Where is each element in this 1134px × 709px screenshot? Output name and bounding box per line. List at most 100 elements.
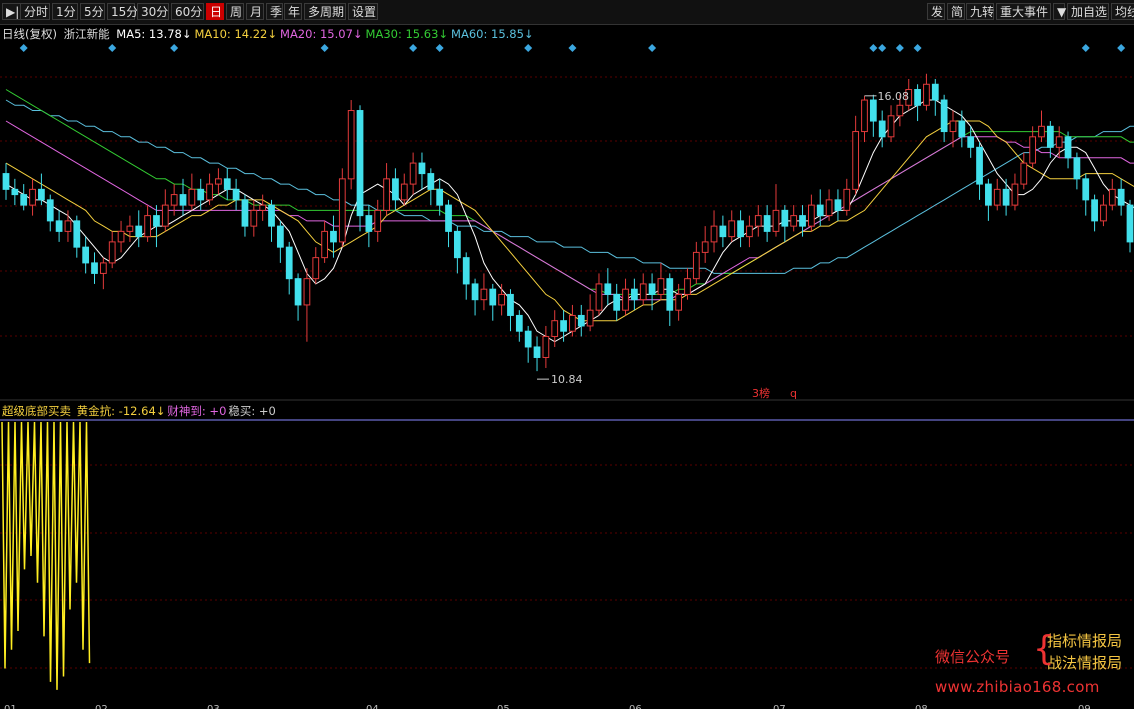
candle-body: [843, 188, 851, 211]
toolbar-right-button-3[interactable]: 重大事件: [996, 3, 1051, 20]
candle-body: [427, 173, 435, 190]
candle-body: [480, 288, 488, 301]
candle-body: [91, 262, 98, 274]
period-tab-9[interactable]: 季: [266, 3, 283, 20]
candle-body: [285, 246, 293, 280]
candle-body: [515, 314, 523, 332]
candle-body: [728, 220, 736, 238]
toolbar-right-button-6[interactable]: 均线: [1111, 3, 1134, 20]
candle-body: [622, 288, 629, 311]
candle-body: [206, 183, 213, 201]
period-tab-6[interactable]: 日: [206, 3, 224, 20]
event-diamond: [320, 44, 329, 52]
candle-body: [1117, 188, 1125, 206]
period-tab-8[interactable]: 月: [246, 3, 264, 20]
event-diamond: [409, 44, 418, 52]
candle-body: [215, 178, 222, 185]
watermark-line1: 指标情报局: [1046, 632, 1122, 650]
event-diamond: [170, 44, 179, 52]
indicator-line: [1, 421, 91, 690]
candle-body: [577, 314, 585, 327]
indicator-legend: 超级底部买卖 黄金抗: -12.64↓ 财神到: +0 稳买: +0: [2, 403, 280, 419]
candle-body: [533, 346, 541, 358]
x-axis-label: 01: [4, 704, 17, 709]
event-diamond: [895, 44, 904, 52]
candle-body: [330, 230, 337, 243]
toolbar-right-button-4[interactable]: ▼: [1053, 3, 1066, 20]
q-tag: q: [790, 387, 797, 400]
candle-body: [11, 188, 19, 196]
toolbar-right-button-0[interactable]: 发: [927, 3, 945, 20]
candle-body: [701, 241, 709, 253]
ma-line-ma20: [5, 120, 1134, 301]
candle-body: [1064, 136, 1072, 159]
event-diamond: [524, 44, 533, 52]
candle-body: [1108, 188, 1116, 206]
candle-body: [303, 278, 311, 306]
candle-body: [64, 220, 72, 232]
candle-body: [445, 204, 452, 232]
candlestick-chart[interactable]: 16.08 10.84 3榜 q 01 02 03 04 05 06 07 08 09: [0, 24, 1134, 709]
x-axis-label: 06: [629, 704, 642, 709]
candle-body: [383, 178, 390, 211]
candle-body: [631, 288, 638, 301]
candle-body: [852, 131, 860, 190]
candle-body: [754, 215, 762, 227]
candle-body: [365, 215, 373, 232]
candle-body: [55, 220, 63, 232]
candle-body: [82, 246, 90, 264]
candle-body: [73, 220, 81, 248]
candle-body: [914, 89, 921, 106]
period-tab-4[interactable]: 30分: [137, 3, 169, 20]
indicator-value-2: 稳买: +0: [228, 404, 276, 418]
candle-body: [2, 173, 10, 190]
candle-body: [392, 178, 399, 201]
candle-body: [993, 188, 1001, 206]
period-tab-7[interactable]: 周: [226, 3, 244, 20]
candle-body: [108, 241, 116, 264]
candle-body: [595, 283, 603, 311]
candle-body: [816, 204, 824, 217]
period-tab-10[interactable]: 年: [284, 3, 302, 20]
candle-body: [223, 178, 231, 190]
candle-body: [976, 146, 983, 185]
candle-body: [197, 188, 205, 201]
candle-body: [1038, 125, 1045, 138]
candle-body: [436, 188, 444, 206]
candle-body: [161, 204, 169, 227]
candle-body: [639, 283, 647, 301]
candle-body: [586, 309, 594, 327]
candle-body: [1073, 157, 1081, 180]
candle-body: [38, 188, 45, 201]
candle-body: [896, 104, 904, 117]
candle-body: [931, 83, 939, 101]
watermark-brace: {: [1032, 629, 1055, 669]
candle-body: [259, 204, 267, 211]
period-tab-3[interactable]: 15分: [107, 3, 138, 20]
event-diamond: [19, 44, 28, 52]
candle-body: [710, 225, 718, 243]
period-tab-2[interactable]: 5分: [80, 3, 105, 20]
candle-body: [117, 230, 125, 243]
candle-body: [46, 199, 54, 222]
toolbar-right-button-5[interactable]: 加自选: [1067, 3, 1109, 20]
toolbar-right-button-2[interactable]: 九转: [966, 3, 994, 20]
candle-body: [958, 120, 966, 138]
period-tab-5[interactable]: 60分: [171, 3, 204, 20]
period-tab-11[interactable]: 多周期: [304, 3, 346, 20]
toolbar-right-button-1[interactable]: 简: [947, 3, 965, 20]
period-tab-12[interactable]: 设置: [348, 3, 378, 20]
x-axis-label: 04: [366, 704, 379, 709]
x-axis-label: 05: [497, 704, 510, 709]
candle-body: [144, 215, 151, 238]
period-tab-0[interactable]: 分时: [20, 3, 50, 20]
period-tab-1[interactable]: 1分: [52, 3, 78, 20]
high-price-label: 16.08: [877, 90, 909, 103]
candle-body: [241, 199, 249, 227]
x-axis-label: 03: [207, 704, 220, 709]
candle-body: [1100, 204, 1107, 222]
candle-body: [1055, 136, 1063, 148]
x-axis-label: 07: [773, 704, 786, 709]
candle-body: [551, 320, 559, 337]
candle-body: [507, 293, 514, 316]
